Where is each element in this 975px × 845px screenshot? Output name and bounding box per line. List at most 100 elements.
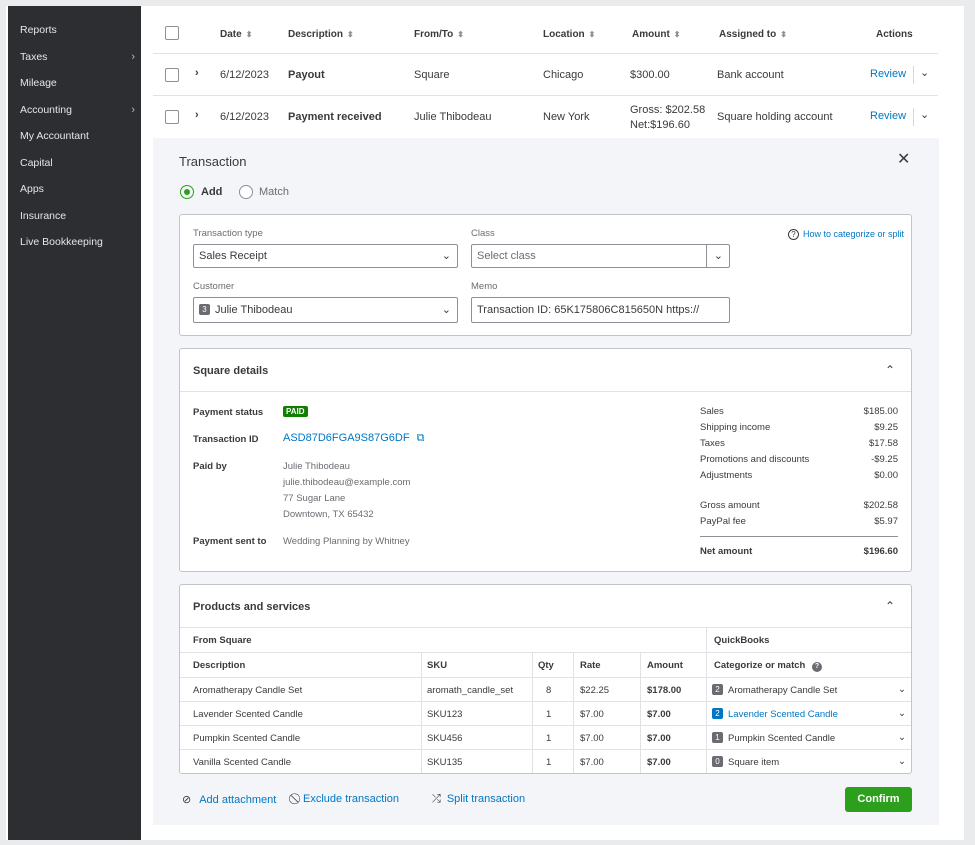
select-all-checkbox[interactable]: [165, 26, 179, 40]
transaction-id-link[interactable]: ASD87D6FGA9S87G6DF ⧉: [283, 432, 424, 445]
col-assigned-header[interactable]: Assigned to ⬍: [719, 29, 787, 40]
match-value: Square item: [728, 757, 780, 768]
sidebar-item-accounting[interactable]: Accounting ›: [20, 100, 135, 120]
sidebar-item-insurance[interactable]: Insurance: [20, 206, 135, 226]
chevron-down-icon: ⌄: [898, 756, 906, 767]
table-row[interactable]: › 6/12/2023 Payout Square Chicago $300.0…: [153, 54, 938, 96]
match-value: Aromatherapy Candle Set: [728, 685, 838, 696]
radio-match[interactable]: [239, 185, 253, 199]
paperclip-icon: ⊘: [182, 794, 192, 806]
expand-chevron-icon[interactable]: ›: [195, 109, 199, 121]
memo-textarea[interactable]: Transaction ID: 65K175806C815650N https:…: [471, 297, 730, 323]
add-attachment-button[interactable]: ⊘ Add attachment: [182, 793, 276, 806]
col-sku-header: SKU: [427, 660, 448, 671]
chevron-right-icon: ›: [131, 51, 135, 63]
payment-status-label: Payment status: [193, 407, 264, 418]
customer-label: Customer: [193, 281, 235, 292]
divider: [532, 652, 533, 773]
divider: [706, 627, 707, 773]
transaction-id-label: Transaction ID: [193, 434, 259, 445]
sort-icon: ⬍: [673, 30, 681, 39]
sidebar-item-capital[interactable]: Capital: [20, 153, 135, 173]
sidebar-item-mileage[interactable]: Mileage: [20, 73, 135, 93]
review-button[interactable]: Review: [870, 110, 906, 122]
transaction-type-select[interactable]: Sales Receipt ⌄: [193, 244, 458, 268]
transaction-type-label: Transaction type: [193, 228, 263, 239]
product-rate: $22.25: [580, 685, 610, 696]
table-row[interactable]: › 6/12/2023 Payment received Julie Thibo…: [153, 96, 938, 138]
square-details-title: Square details: [193, 365, 269, 377]
categorize-select[interactable]: 0 Square item ⌄: [712, 756, 906, 768]
product-sku: SKU135: [427, 757, 463, 768]
sidebar: Reports Taxes › Mileage Accounting › My Ac…: [8, 6, 141, 840]
chevron-up-icon[interactable]: ⌃: [885, 599, 895, 613]
categorize-select[interactable]: 2 Aromatherapy Candle Set ⌄: [712, 684, 906, 696]
col-amount-header: Amount: [647, 660, 683, 671]
divider: [913, 66, 914, 84]
transaction-type-value: Sales Receipt: [199, 250, 267, 262]
net-amount-label: Net amount: [700, 546, 753, 557]
col-date-header[interactable]: Date ⬍: [220, 29, 252, 40]
col-actions-header: Actions: [876, 29, 913, 40]
expand-chevron-icon[interactable]: ›: [195, 67, 199, 79]
col-description-header[interactable]: Description ⬍: [288, 29, 354, 40]
review-button[interactable]: Review: [870, 68, 906, 80]
chevron-down-icon[interactable]: ⌄: [920, 108, 929, 121]
paid-by-email: julie.thibodeau@example.com: [283, 477, 411, 488]
help-circle-icon[interactable]: ?: [811, 662, 822, 672]
exclude-transaction-button[interactable]: ⃠Exclude transaction: [297, 793, 399, 806]
payment-sent-to-label: Payment sent to: [193, 536, 267, 547]
confirm-button[interactable]: Confirm: [845, 787, 912, 812]
chevron-up-icon[interactable]: ⌃: [885, 363, 895, 377]
match-count-badge: 1: [712, 732, 723, 743]
paid-by-name: Julie Thibodeau: [283, 461, 350, 472]
close-icon[interactable]: ✕: [897, 152, 910, 168]
split-transaction-button[interactable]: ⤮ Split transaction: [432, 793, 525, 806]
divider: [180, 749, 911, 750]
col-description-header: Description: [193, 660, 246, 671]
sort-icon: ⬍: [347, 30, 354, 39]
class-select[interactable]: Select class ⌄: [471, 244, 730, 268]
radio-add-label: Add: [201, 186, 223, 198]
col-from-to-header[interactable]: From/To ⬍: [414, 29, 464, 40]
col-amount-header[interactable]: Amount ⬍: [632, 29, 680, 40]
chevron-down-icon: ⌄: [898, 684, 906, 695]
col-location-header[interactable]: Location ⬍: [543, 29, 595, 40]
radio-add[interactable]: [180, 185, 194, 199]
sidebar-item-taxes[interactable]: Taxes ›: [20, 47, 135, 67]
categorize-select[interactable]: 2 Lavender Scented Candle ⌄: [712, 708, 906, 720]
sidebar-item-label: Insurance: [20, 210, 67, 222]
sort-icon: ⬍: [780, 30, 787, 39]
sidebar-item-apps[interactable]: Apps: [20, 179, 135, 199]
summary-value: $185.00: [863, 406, 898, 417]
split-label: Split transaction: [446, 793, 526, 805]
divider: [700, 536, 898, 537]
product-sku: aromath_candle_set: [427, 685, 514, 696]
customer-select[interactable]: 3 Julie Thibodeau ⌄: [193, 297, 458, 323]
chevron-down-icon[interactable]: ⌄: [920, 66, 929, 79]
categorize-label: Categorize or match: [714, 660, 806, 671]
match-value: Lavender Scented Candle: [728, 709, 838, 720]
divider: [421, 652, 422, 773]
row-assigned-to: Square holding account: [717, 111, 833, 123]
categorize-select[interactable]: 1 Pumpkin Scented Candle ⌄: [712, 732, 906, 744]
sort-icon: ⬍: [588, 30, 596, 39]
sidebar-item-label: Capital: [20, 157, 53, 169]
sidebar-item-my-accountant[interactable]: My Accountant: [20, 126, 135, 146]
sidebar-item-reports[interactable]: Reports: [20, 20, 135, 40]
divider: [180, 701, 911, 702]
product-qty: 8: [546, 685, 552, 696]
help-link[interactable]: ? How to categorize or split: [788, 229, 904, 240]
summary-label: Promotions and discounts: [700, 454, 810, 465]
paid-by-city: Downtown, TX 65432: [283, 509, 374, 520]
sidebar-item-live-bookkeeping[interactable]: Live Bookkeeping: [20, 232, 135, 252]
divider: [180, 627, 911, 628]
chevron-down-icon: ⌄: [441, 304, 451, 316]
chevron-down-icon: ⌄: [898, 708, 906, 719]
net-amount-value: $196.60: [863, 546, 898, 557]
row-checkbox[interactable]: [165, 68, 179, 82]
row-checkbox[interactable]: [165, 110, 179, 124]
sidebar-item-label: Reports: [20, 24, 57, 36]
row-location: New York: [543, 111, 590, 123]
radio-match-label: Match: [259, 186, 289, 198]
